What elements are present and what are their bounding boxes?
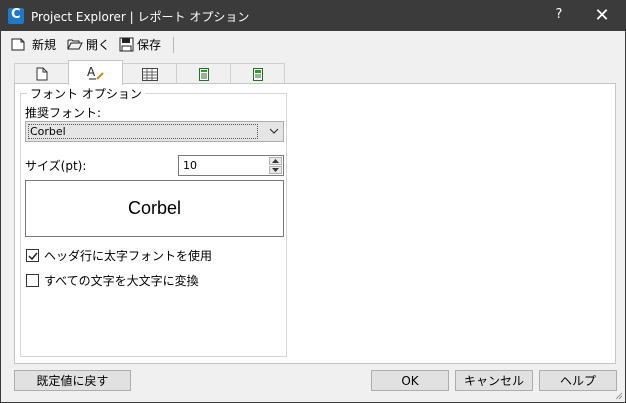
help-button[interactable]: ヘルプ	[539, 370, 617, 391]
new-button[interactable]: 新規	[11, 35, 56, 53]
chevron-down-icon	[269, 128, 279, 134]
size-value: 10	[183, 159, 197, 172]
open-button[interactable]: 開く	[67, 35, 110, 53]
close-button[interactable]: ✕	[589, 4, 615, 28]
font-select-value: Corbel	[28, 124, 258, 139]
tab-content-panel: フォント オプション 推奨フォント: Corbel サイズ(pt): 10 Co…	[14, 83, 616, 364]
app-icon-letter: C	[11, 7, 21, 22]
bold-header-label: ヘッダ行に太字フォントを使用	[44, 249, 213, 263]
tab-calculator[interactable]	[176, 63, 231, 84]
resize-grip-icon[interactable]	[613, 390, 623, 400]
uppercase-checkbox[interactable]	[26, 274, 39, 287]
svg-text:A: A	[87, 65, 96, 79]
font-select[interactable]: Corbel	[25, 121, 284, 142]
folder-open-icon	[67, 39, 83, 50]
table-icon	[141, 67, 158, 81]
tab-table[interactable]	[122, 63, 177, 84]
tab-document[interactable]	[230, 63, 285, 84]
size-decrease-button[interactable]	[269, 166, 282, 174]
caret-up-icon	[272, 159, 279, 163]
ok-button[interactable]: OK	[371, 370, 449, 391]
new-label: 新規	[32, 37, 57, 52]
font-options-group: フォント オプション 推奨フォント: Corbel サイズ(pt): 10 Co…	[20, 85, 287, 357]
tab-font[interactable]: A	[68, 60, 123, 85]
tab-page[interactable]	[14, 63, 69, 84]
page-icon	[36, 67, 47, 81]
bold-header-checkbox[interactable]	[26, 249, 39, 262]
size-label: サイズ(pt):	[25, 159, 87, 173]
cancel-button[interactable]: キャンセル	[455, 370, 533, 391]
save-label: 保存	[137, 37, 162, 52]
size-stepper-buttons	[269, 157, 282, 174]
open-label: 開く	[86, 37, 111, 52]
uppercase-option[interactable]: すべての文字を大文字に変換	[26, 272, 199, 289]
toolbar-separator	[173, 37, 174, 53]
caret-down-icon	[272, 168, 279, 172]
size-stepper[interactable]: 10	[178, 155, 284, 176]
help-title-button[interactable]: ?	[549, 7, 569, 25]
reset-defaults-button[interactable]: 既定値に戻す	[14, 370, 131, 391]
save-disk-icon	[119, 37, 134, 51]
document-green-icon	[252, 67, 263, 81]
checkmark-icon	[28, 252, 38, 261]
save-button[interactable]: 保存	[119, 35, 161, 53]
uppercase-label: すべての文字を大文字に変換	[44, 274, 199, 288]
app-icon: C	[8, 7, 24, 24]
size-increase-button[interactable]	[269, 157, 282, 165]
calculator-icon	[198, 67, 209, 81]
new-page-icon	[11, 38, 25, 51]
title-bar: C Project Explorer | レポート オプション ? ✕	[1, 1, 625, 31]
font-label: 推奨フォント:	[25, 106, 102, 120]
font-icon: A	[87, 65, 104, 80]
report-options-dialog: C Project Explorer | レポート オプション ? ✕ 新規 開…	[0, 0, 626, 403]
font-preview: Corbel	[25, 180, 284, 237]
font-options-title: フォント オプション	[27, 85, 145, 102]
bold-header-option[interactable]: ヘッダ行に太字フォントを使用	[26, 247, 212, 264]
window-title: Project Explorer | レポート オプション	[31, 10, 250, 24]
